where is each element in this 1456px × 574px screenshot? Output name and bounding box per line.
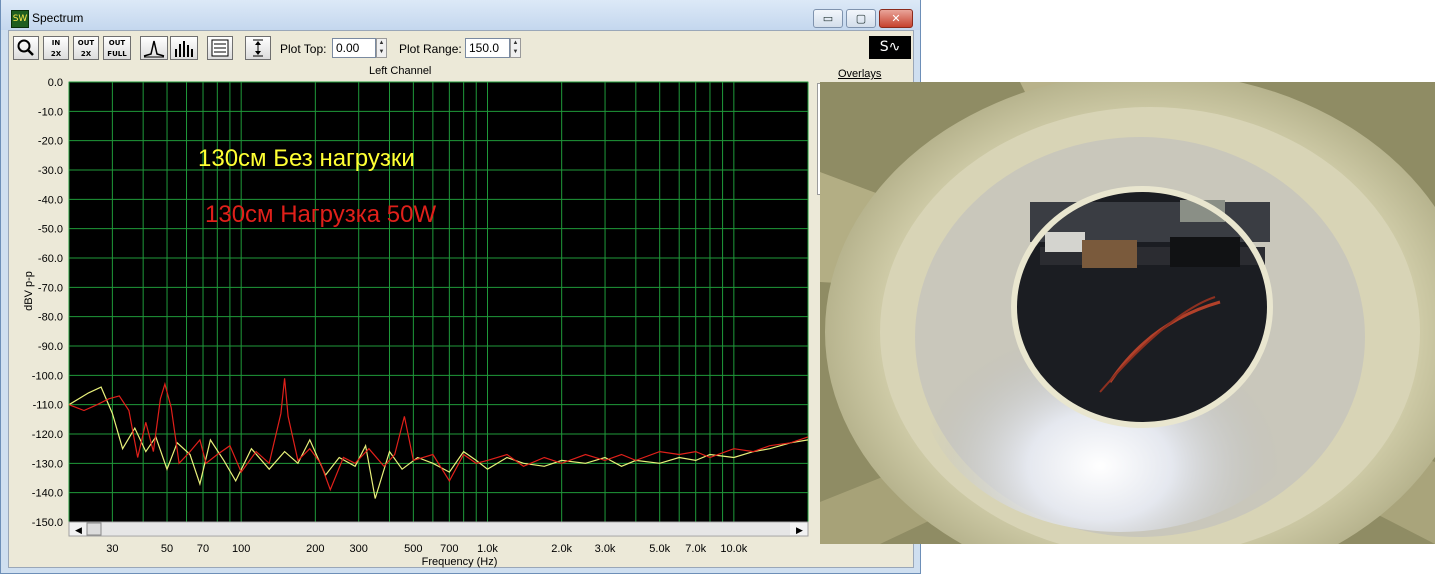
x-tick-label: 30 <box>106 543 118 555</box>
plot-area <box>68 81 809 523</box>
x-tick-label: 1.0k <box>477 543 498 555</box>
y-tick-label: -120.0 <box>32 429 63 441</box>
annotation-load-50w: 130см Нагрузка 50W <box>205 201 436 228</box>
x-tick-label: 500 <box>404 543 422 555</box>
y-tick-label: -110.0 <box>33 400 63 412</box>
y-tick-label: -140.0 <box>32 488 63 500</box>
scroll-left-arrow-icon: ◀ <box>75 526 82 536</box>
y-tick-label: -60.0 <box>38 253 63 265</box>
scroll-thumb <box>86 522 102 536</box>
coil-former-photo <box>820 82 1435 544</box>
x-tick-label: 700 <box>440 543 458 555</box>
x-tick-label: 10.0k <box>720 543 747 555</box>
coil-former-viewport-photo <box>820 82 1435 544</box>
y-tick-label: -20.0 <box>38 136 63 148</box>
y-tick-label: 0.0 <box>48 77 63 89</box>
y-tick-label: -30.0 <box>38 165 63 177</box>
x-tick-label: 50 <box>161 543 173 555</box>
h-scrollbar-track <box>87 523 790 535</box>
x-tick-label: 3.0k <box>595 543 616 555</box>
y-tick-label: -50.0 <box>38 224 63 236</box>
annotation-no-load: 130см Без нагрузки <box>198 145 415 172</box>
x-tick-label: 7.0k <box>685 543 706 555</box>
x-tick-label: 300 <box>350 543 368 555</box>
x-tick-label: 70 <box>197 543 209 555</box>
x-axis-label: Frequency (Hz) <box>422 556 498 568</box>
y-tick-label: -150.0 <box>32 517 63 529</box>
y-tick-label: -70.0 <box>38 282 63 294</box>
spectrum-chart[interactable]: 0.0 -10.0 -20.0 -30.0 -40.0 -50.0 -60.0 -70.0 -8… <box>0 0 921 574</box>
y-tick-label: -130.0 <box>32 458 63 470</box>
x-tick-label: 100 <box>232 543 250 555</box>
y-tick-label: -40.0 <box>38 194 63 206</box>
y-tick-label: -100.0 <box>32 370 63 382</box>
scroll-right-arrow-icon: ▶ <box>796 526 803 536</box>
x-tick-label: 5.0k <box>649 543 670 555</box>
x-tick-label: 2.0k <box>551 543 572 555</box>
y-tick-label: -10.0 <box>38 106 63 118</box>
x-tick-label: 200 <box>306 543 324 555</box>
y-tick-label: -80.0 <box>38 312 63 324</box>
y-tick-label: -90.0 <box>38 341 63 353</box>
